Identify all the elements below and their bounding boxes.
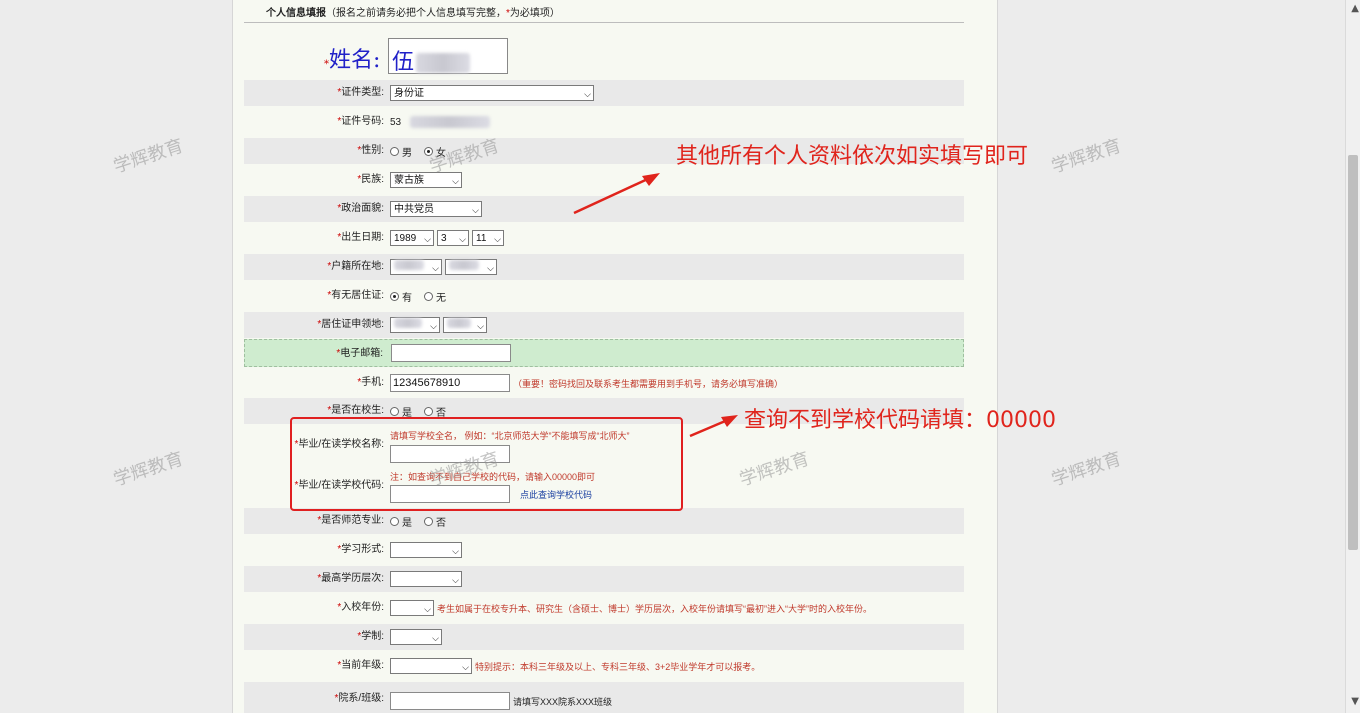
entry-year-hint: 考生如属于在校专升本、研究生（含硕士、博士）学历层次，入校年份请填写“最初”进入…: [437, 603, 872, 614]
name-value: 伍: [392, 44, 471, 76]
row-birthdate: *出生日期: 1989 ⌵ 3 ⌵ 11 ⌵: [244, 225, 964, 251]
watermark: 学辉教育: [110, 448, 186, 491]
edu-level-select[interactable]: ⌵: [390, 571, 462, 587]
row-email: *电子邮箱:: [244, 339, 964, 367]
hukou-province-select[interactable]: ⌵: [390, 259, 442, 275]
scroll-up-icon[interactable]: ▲: [1351, 3, 1359, 14]
watermark: 学辉教育: [110, 135, 186, 178]
row-dept-class: *院系/班级: 请填写XXX院系XXX班级: [244, 682, 964, 713]
section-title: 个人信息填报（报名之前请务必把个人信息填写完整，*为必填项）: [266, 8, 560, 19]
row-hukou: *户籍所在地: ⌵ ⌵: [244, 254, 964, 280]
row-id-type: *证件类型: 身份证 ⌵: [244, 80, 964, 106]
scroll-down-icon[interactable]: ▼: [1351, 696, 1359, 707]
grade-hint: 特别提示：本科三年级及以上、专科三年级、3+2毕业学年才可以报考。: [475, 661, 761, 672]
birth-year-select[interactable]: 1989 ⌵: [390, 230, 434, 246]
row-id-number: *证件号码: 53: [244, 109, 964, 135]
email-input[interactable]: [391, 344, 511, 362]
ethnicity-select[interactable]: 蒙古族 ⌵: [390, 172, 462, 188]
scroll-thumb[interactable]: [1348, 155, 1358, 550]
phone-input[interactable]: 12345678910: [390, 374, 510, 392]
row-normal-major: *是否师范专业: 是 否: [244, 508, 964, 534]
row-phone: *手机: 12345678910 （重要！密码找回及联系考生都需要用到手机号，请…: [244, 370, 964, 396]
in-school-no-radio[interactable]: [424, 406, 433, 416]
scrollbar[interactable]: ▲ ▼: [1345, 0, 1360, 713]
gender-male-radio[interactable]: [390, 146, 399, 156]
row-schooling: *学制: ⌵: [244, 624, 964, 650]
permit-no-radio[interactable]: [424, 291, 433, 301]
annotation-code: 查询不到学校代码请填：00000: [744, 408, 1056, 433]
permit-city-select[interactable]: ⌵: [443, 317, 487, 333]
divider: [244, 22, 964, 23]
row-study-form: *学习形式: ⌵: [244, 537, 964, 563]
dept-class-input[interactable]: [390, 692, 510, 710]
row-residence-permit: *有无居住证: 有 无: [327, 290, 446, 304]
birth-month-select[interactable]: 3 ⌵: [437, 230, 469, 246]
row-ethnicity: *民族: 蒙古族 ⌵: [244, 167, 964, 193]
id-type-select[interactable]: 身份证 ⌵: [390, 85, 594, 101]
permit-province-select[interactable]: ⌵: [390, 317, 440, 333]
annotation-top: 其他所有个人资料依次如实填写即可: [676, 144, 1029, 169]
normal-yes-radio[interactable]: [390, 516, 399, 526]
hukou-city-select[interactable]: ⌵: [445, 259, 497, 275]
row-permit-place: *居住证申领地: ⌵ ⌵: [244, 312, 964, 338]
row-grade: *当前年级: ⌵ 特别提示：本科三年级及以上、专科三年级、3+2毕业学年才可以报…: [337, 658, 761, 674]
permit-yes-radio[interactable]: [390, 291, 399, 301]
name-label: *姓名:: [324, 48, 381, 73]
schooling-select[interactable]: ⌵: [390, 629, 442, 645]
political-select[interactable]: 中共党员 ⌵: [390, 201, 482, 217]
study-form-select[interactable]: ⌵: [390, 542, 462, 558]
in-school-yes-radio[interactable]: [390, 406, 399, 416]
phone-hint: （重要！密码找回及联系考生都需要用到手机号，请务必填写准确）: [513, 378, 784, 389]
grade-select[interactable]: ⌵: [390, 658, 472, 674]
row-political: *政治面貌: 中共党员 ⌵: [244, 196, 964, 222]
watermark: 学辉教育: [1048, 135, 1124, 178]
normal-no-radio[interactable]: [424, 516, 433, 526]
id-number-value: 53: [390, 113, 491, 131]
watermark: 学辉教育: [1048, 448, 1124, 491]
entry-year-select[interactable]: ⌵: [390, 600, 434, 616]
row-edu-level: *最高学历层次: ⌵: [244, 566, 964, 592]
dept-class-hint: 请填写XXX院系XXX班级: [513, 696, 613, 707]
row-entry-year: *入校年份: ⌵ 考生如属于在校专升本、研究生（含硕士、博士）学历层次，入校年份…: [337, 600, 872, 616]
birth-day-select[interactable]: 11 ⌵: [472, 230, 504, 246]
